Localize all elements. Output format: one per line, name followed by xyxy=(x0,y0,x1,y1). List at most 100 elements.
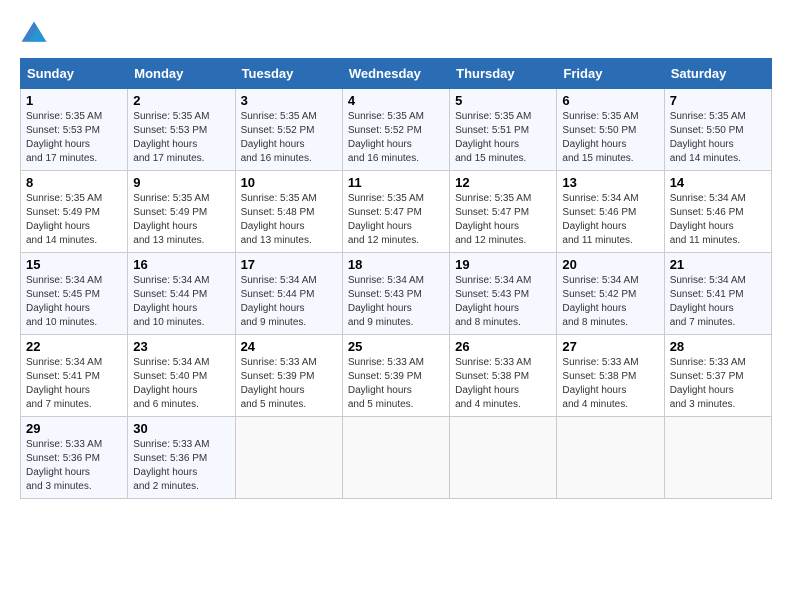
day-info: Sunrise: 5:33 AMSunset: 5:38 PMDaylight … xyxy=(455,356,551,412)
day-cell-23: 23 Sunrise: 5:34 AMSunset: 5:40 PMDayligh… xyxy=(128,335,235,417)
day-cell-10: 10Sunrise: 5:35 AMSunset: 5:48 PMDayligh… xyxy=(235,171,342,253)
day-cell-14: 14 Sunrise: 5:34 AMSunset: 5:46 PMDayligh… xyxy=(664,171,771,253)
day-info: Sunrise: 5:33 AMSunset: 5:36 PMDaylight … xyxy=(26,438,122,494)
day-info: Sunrise: 5:34 AMSunset: 5:46 PMDaylight … xyxy=(562,192,658,248)
day-info: Sunrise: 5:34 AMSunset: 5:42 PMDaylight … xyxy=(562,274,658,330)
day-cell-30: 30Sunrise: 5:33 AMSunset: 5:36 PMDayligh… xyxy=(128,417,235,499)
empty-cell xyxy=(450,417,557,499)
day-info: Sunrise: 5:34 AMSunset: 5:41 PMDaylight … xyxy=(26,356,122,412)
day-number: 26 xyxy=(455,339,551,354)
week-row-5: 29 Sunrise: 5:33 AMSunset: 5:36 PMDayligh… xyxy=(21,417,772,499)
day-number: 18 xyxy=(348,257,444,272)
day-number: 12 xyxy=(455,175,551,190)
day-cell-6: 6Sunrise: 5:35 AMSunset: 5:50 PMDaylight… xyxy=(557,89,664,171)
day-number: 4 xyxy=(348,93,444,108)
day-cell-29: 29 Sunrise: 5:33 AMSunset: 5:36 PMDayligh… xyxy=(21,417,128,499)
week-row-2: 8 Sunrise: 5:35 AMSunset: 5:49 PMDaylight… xyxy=(21,171,772,253)
day-cell-12: 12 Sunrise: 5:35 AMSunset: 5:47 PMDayligh… xyxy=(450,171,557,253)
calendar-table: SundayMondayTuesdayWednesdayThursdayFrid… xyxy=(20,58,772,499)
empty-cell xyxy=(235,417,342,499)
day-info: Sunrise: 5:34 AMSunset: 5:41 PMDaylight … xyxy=(670,274,766,330)
day-info: Sunrise: 5:35 AMSunset: 5:52 PMDaylight … xyxy=(348,110,444,166)
day-cell-8: 8 Sunrise: 5:35 AMSunset: 5:49 PMDaylight… xyxy=(21,171,128,253)
day-cell-16: 16 Sunrise: 5:34 AMSunset: 5:44 PMDayligh… xyxy=(128,253,235,335)
day-number: 28 xyxy=(670,339,766,354)
day-info: Sunrise: 5:35 AMSunset: 5:50 PMDaylight … xyxy=(670,110,766,166)
day-cell-11: 11 Sunrise: 5:35 AMSunset: 5:47 PMDayligh… xyxy=(342,171,449,253)
page-header xyxy=(20,20,772,48)
day-cell-21: 21 Sunrise: 5:34 AMSunset: 5:41 PMDayligh… xyxy=(664,253,771,335)
day-cell-22: 22 Sunrise: 5:34 AMSunset: 5:41 PMDayligh… xyxy=(21,335,128,417)
day-info: Sunrise: 5:33 AMSunset: 5:39 PMDaylight … xyxy=(241,356,337,412)
day-cell-7: 7 Sunrise: 5:35 AMSunset: 5:50 PMDaylight… xyxy=(664,89,771,171)
week-row-1: 1 Sunrise: 5:35 AMSunset: 5:53 PMDaylight… xyxy=(21,89,772,171)
day-number: 8 xyxy=(26,175,122,190)
day-number: 20 xyxy=(562,257,658,272)
day-info: Sunrise: 5:35 AMSunset: 5:47 PMDaylight … xyxy=(455,192,551,248)
weekday-header-tuesday: Tuesday xyxy=(235,59,342,89)
day-info: Sunrise: 5:34 AMSunset: 5:45 PMDaylight … xyxy=(26,274,122,330)
day-cell-9: 9Sunrise: 5:35 AMSunset: 5:49 PMDaylight… xyxy=(128,171,235,253)
empty-cell xyxy=(342,417,449,499)
day-info: Sunrise: 5:35 AMSunset: 5:48 PMDaylight … xyxy=(241,192,337,248)
day-cell-3: 3Sunrise: 5:35 AMSunset: 5:52 PMDaylight… xyxy=(235,89,342,171)
logo-icon xyxy=(20,20,48,48)
logo xyxy=(20,20,52,48)
empty-cell xyxy=(664,417,771,499)
day-number: 19 xyxy=(455,257,551,272)
day-cell-20: 20 Sunrise: 5:34 AMSunset: 5:42 PMDayligh… xyxy=(557,253,664,335)
day-number: 24 xyxy=(241,339,337,354)
day-cell-1: 1 Sunrise: 5:35 AMSunset: 5:53 PMDaylight… xyxy=(21,89,128,171)
day-info: Sunrise: 5:34 AMSunset: 5:40 PMDaylight … xyxy=(133,356,229,412)
day-info: Sunrise: 5:33 AMSunset: 5:39 PMDaylight … xyxy=(348,356,444,412)
day-info: Sunrise: 5:35 AMSunset: 5:50 PMDaylight … xyxy=(562,110,658,166)
day-number: 29 xyxy=(26,421,122,436)
day-number: 14 xyxy=(670,175,766,190)
day-info: Sunrise: 5:34 AMSunset: 5:43 PMDaylight … xyxy=(348,274,444,330)
day-number: 2 xyxy=(133,93,229,108)
day-info: Sunrise: 5:35 AMSunset: 5:47 PMDaylight … xyxy=(348,192,444,248)
day-cell-4: 4 Sunrise: 5:35 AMSunset: 5:52 PMDaylight… xyxy=(342,89,449,171)
day-cell-25: 25 Sunrise: 5:33 AMSunset: 5:39 PMDayligh… xyxy=(342,335,449,417)
day-cell-27: 27 Sunrise: 5:33 AMSunset: 5:38 PMDayligh… xyxy=(557,335,664,417)
day-cell-24: 24 Sunrise: 5:33 AMSunset: 5:39 PMDayligh… xyxy=(235,335,342,417)
day-number: 7 xyxy=(670,93,766,108)
day-cell-28: 28 Sunrise: 5:33 AMSunset: 5:37 PMDayligh… xyxy=(664,335,771,417)
day-cell-26: 26 Sunrise: 5:33 AMSunset: 5:38 PMDayligh… xyxy=(450,335,557,417)
day-number: 5 xyxy=(455,93,551,108)
day-info: Sunrise: 5:34 AMSunset: 5:46 PMDaylight … xyxy=(670,192,766,248)
day-info: Sunrise: 5:35 AMSunset: 5:52 PMDaylight … xyxy=(241,110,337,166)
day-number: 16 xyxy=(133,257,229,272)
week-row-3: 15 Sunrise: 5:34 AMSunset: 5:45 PMDayligh… xyxy=(21,253,772,335)
day-number: 1 xyxy=(26,93,122,108)
day-number: 23 xyxy=(133,339,229,354)
day-number: 22 xyxy=(26,339,122,354)
day-info: Sunrise: 5:33 AMSunset: 5:36 PMDaylight … xyxy=(133,438,229,494)
day-number: 25 xyxy=(348,339,444,354)
day-number: 11 xyxy=(348,175,444,190)
day-info: Sunrise: 5:34 AMSunset: 5:44 PMDaylight … xyxy=(241,274,337,330)
empty-cell xyxy=(557,417,664,499)
day-info: Sunrise: 5:33 AMSunset: 5:38 PMDaylight … xyxy=(562,356,658,412)
day-info: Sunrise: 5:35 AMSunset: 5:53 PMDaylight … xyxy=(26,110,122,166)
weekday-header-friday: Friday xyxy=(557,59,664,89)
weekday-header-saturday: Saturday xyxy=(664,59,771,89)
day-number: 9 xyxy=(133,175,229,190)
day-number: 15 xyxy=(26,257,122,272)
day-info: Sunrise: 5:33 AMSunset: 5:37 PMDaylight … xyxy=(670,356,766,412)
day-info: Sunrise: 5:35 AMSunset: 5:49 PMDaylight … xyxy=(26,192,122,248)
day-info: Sunrise: 5:35 AMSunset: 5:53 PMDaylight … xyxy=(133,110,229,166)
day-cell-13: 13 Sunrise: 5:34 AMSunset: 5:46 PMDayligh… xyxy=(557,171,664,253)
weekday-header-row: SundayMondayTuesdayWednesdayThursdayFrid… xyxy=(21,59,772,89)
day-number: 21 xyxy=(670,257,766,272)
day-number: 17 xyxy=(241,257,337,272)
weekday-header-sunday: Sunday xyxy=(21,59,128,89)
day-number: 13 xyxy=(562,175,658,190)
day-info: Sunrise: 5:34 AMSunset: 5:44 PMDaylight … xyxy=(133,274,229,330)
day-number: 27 xyxy=(562,339,658,354)
weekday-header-thursday: Thursday xyxy=(450,59,557,89)
weekday-header-monday: Monday xyxy=(128,59,235,89)
day-cell-2: 2 Sunrise: 5:35 AMSunset: 5:53 PMDaylight… xyxy=(128,89,235,171)
week-row-4: 22 Sunrise: 5:34 AMSunset: 5:41 PMDayligh… xyxy=(21,335,772,417)
day-info: Sunrise: 5:35 AMSunset: 5:51 PMDaylight … xyxy=(455,110,551,166)
